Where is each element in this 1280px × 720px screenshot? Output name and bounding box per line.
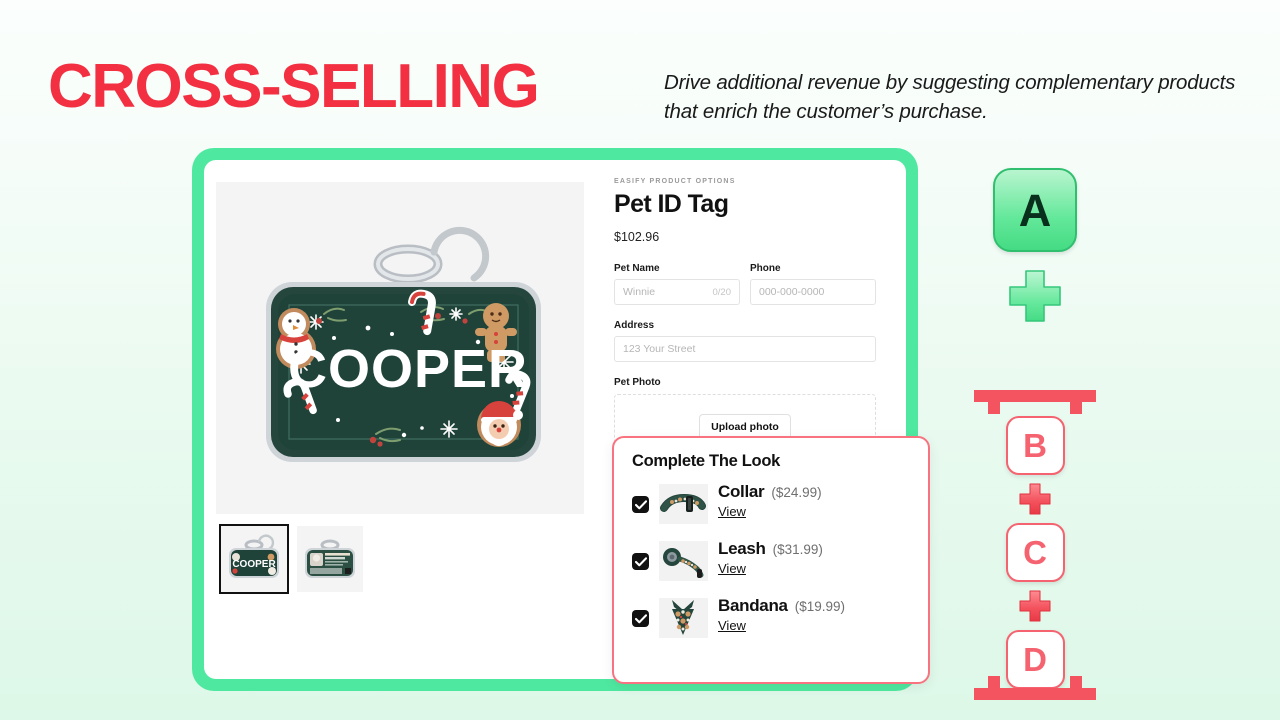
- thumbnail-front-view[interactable]: COOPER: [219, 524, 289, 594]
- view-link-bandana[interactable]: View: [718, 618, 746, 633]
- item-name: Leash: [718, 539, 766, 558]
- complete-the-look-panel: Complete The Look Collar ($24.99) View L…: [612, 436, 930, 684]
- item-text-collar: Collar ($24.99) View: [718, 480, 822, 521]
- product-thumb-leash: [659, 541, 708, 581]
- svg-text:COOPER: COOPER: [232, 559, 276, 570]
- pet-id-tag-illustration: COOPER: [216, 182, 584, 514]
- bracket-bottom-icon: [974, 676, 1096, 700]
- item-text-bandana: Bandana ($19.99) View: [718, 594, 845, 635]
- item-name: Collar: [718, 482, 765, 501]
- brand-label: EASIFY PRODUCT OPTIONS: [614, 178, 736, 185]
- leash-image: [659, 541, 708, 581]
- list-item: Leash ($31.99) View: [632, 537, 910, 581]
- pet-name-input[interactable]: Winnie 0/20: [614, 279, 740, 305]
- phone-label: Phone: [750, 263, 781, 274]
- checkbox-bandana[interactable]: [632, 610, 649, 627]
- item-name: Bandana: [718, 596, 788, 615]
- product-main-image[interactable]: COOPER: [216, 182, 584, 514]
- product-gallery: COOPER COOPER: [216, 182, 588, 594]
- thumbnail-front-image: COOPER: [221, 526, 287, 592]
- product-info: EASIFY PRODUCT OPTIONS Pet ID Tag $102.9…: [614, 178, 876, 460]
- checkbox-leash[interactable]: [632, 553, 649, 570]
- pet-name-group: Pet Name Winnie 0/20: [614, 263, 740, 305]
- bandana-image: [659, 598, 708, 638]
- item-text-leash: Leash ($31.99) View: [718, 537, 823, 578]
- plus-icon-b-c: [1018, 482, 1052, 516]
- addon-stack: B C D: [960, 416, 1110, 689]
- product-thumb-collar: [659, 484, 708, 524]
- item-price: ($24.99): [771, 485, 822, 500]
- product-thumb-bandana: [659, 598, 708, 638]
- address-label: Address: [614, 320, 655, 331]
- tag-name-text: COOPER: [288, 339, 528, 399]
- product-price: $102.96: [614, 230, 660, 244]
- check-icon: [634, 556, 647, 566]
- address-input[interactable]: 123 Your Street: [614, 336, 876, 362]
- address-placeholder: 123 Your Street: [623, 343, 696, 355]
- pet-name-placeholder: Winnie: [623, 286, 656, 298]
- addon-bracket-group: B C D: [960, 390, 1110, 700]
- page-subtitle: Drive additional revenue by suggesting c…: [664, 71, 1236, 124]
- page-title: CROSS-SELLING: [48, 52, 540, 121]
- view-link-leash[interactable]: View: [718, 561, 746, 576]
- complete-the-look-list: Collar ($24.99) View Leash ($31.99) View…: [632, 480, 910, 638]
- plus-icon-main: [1006, 267, 1064, 325]
- phone-group: Phone 000-000-0000: [750, 263, 876, 305]
- product-name: Pet ID Tag: [614, 190, 729, 218]
- cross-sell-diagram: A B C D: [960, 168, 1110, 703]
- address-group: Address 123 Your Street: [614, 320, 876, 362]
- item-price: ($31.99): [772, 542, 823, 557]
- phone-placeholder: 000-000-0000: [759, 286, 825, 298]
- list-item: Collar ($24.99) View: [632, 480, 910, 524]
- thumbnail-strip: COOPER: [219, 524, 588, 594]
- item-price: ($19.99): [794, 599, 845, 614]
- collar-image: [659, 484, 708, 524]
- name-phone-row: Pet Name Winnie 0/20 Phone 000-000-0000: [614, 263, 876, 305]
- checkbox-collar[interactable]: [632, 496, 649, 513]
- thumbnail-back-image: [297, 526, 363, 592]
- diagram-box-c: C: [1005, 523, 1065, 582]
- phone-input[interactable]: 000-000-0000: [750, 279, 876, 305]
- page-header: CROSS-SELLING Drive additional revenue b…: [0, 0, 1280, 150]
- plus-icon-c-d: [1018, 589, 1052, 623]
- list-item: Bandana ($19.99) View: [632, 594, 910, 638]
- pet-name-counter: 0/20: [712, 286, 732, 298]
- diagram-box-b: B: [1005, 416, 1065, 475]
- thumbnail-back-view[interactable]: [297, 526, 363, 592]
- diagram-box-a: A: [993, 168, 1077, 252]
- pet-photo-label: Pet Photo: [614, 377, 661, 388]
- bracket-top-icon: [974, 390, 1096, 414]
- check-icon: [634, 613, 647, 623]
- pet-name-label: Pet Name: [614, 263, 660, 274]
- check-icon: [634, 499, 647, 509]
- view-link-collar[interactable]: View: [718, 504, 746, 519]
- complete-the-look-title: Complete The Look: [632, 452, 780, 470]
